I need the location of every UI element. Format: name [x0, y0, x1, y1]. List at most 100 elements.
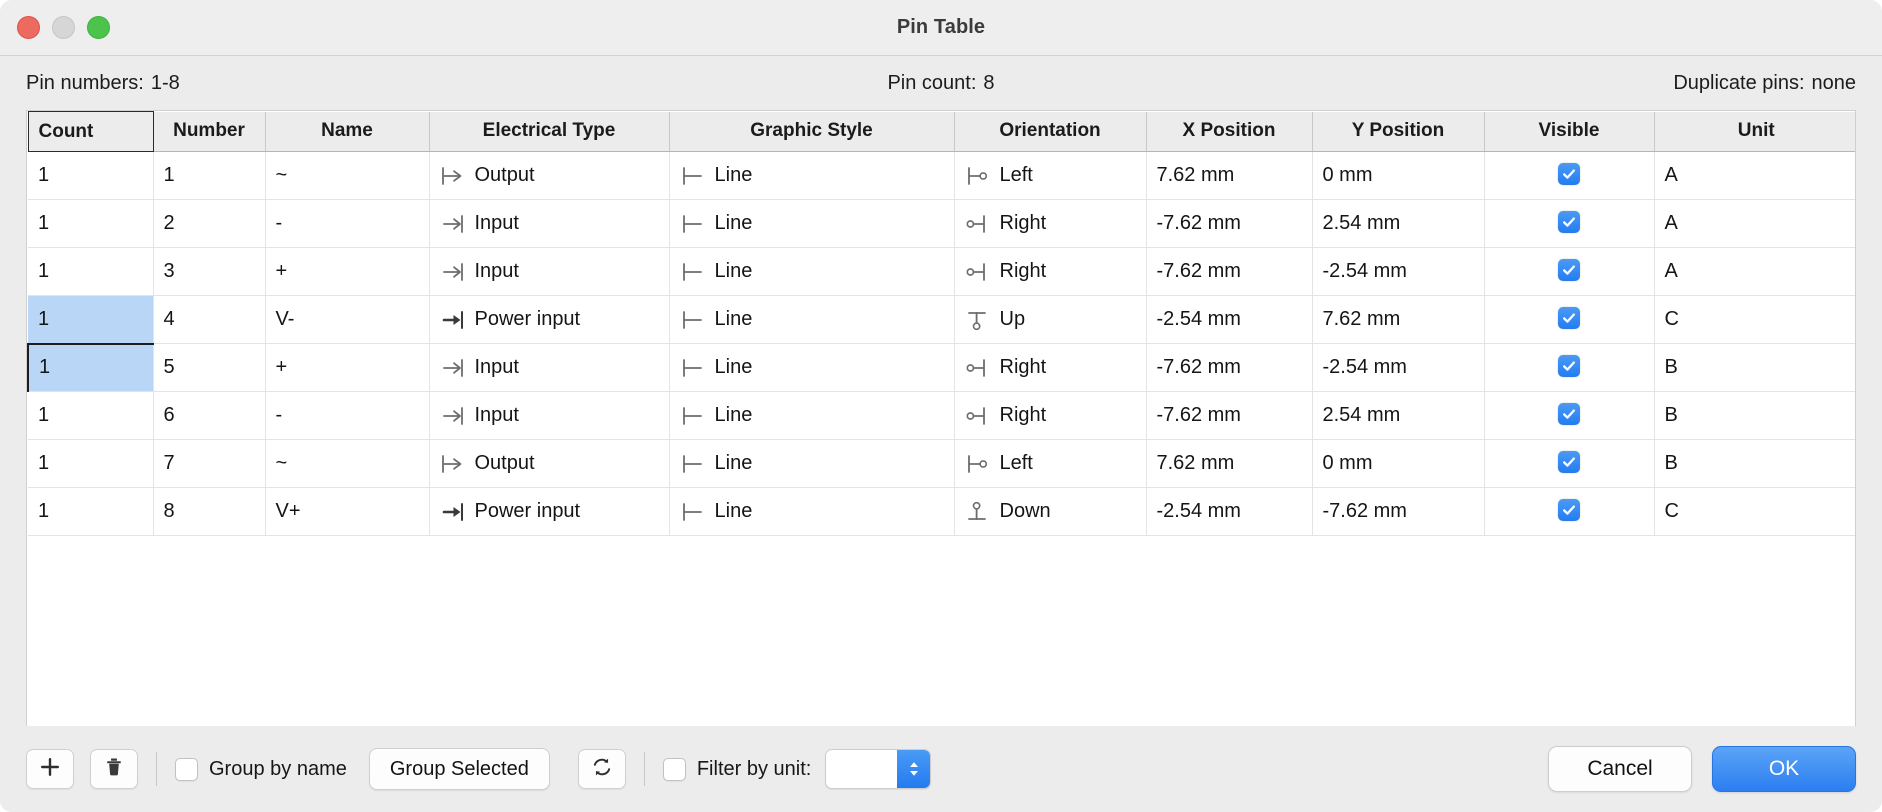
cell-orientation[interactable]: Right [954, 344, 1146, 392]
cell-visible[interactable] [1484, 200, 1654, 248]
cell-x-position[interactable]: 7.62 mm [1146, 440, 1312, 488]
add-pin-button[interactable] [26, 749, 74, 789]
cell-visible[interactable] [1484, 344, 1654, 392]
cell-graphic-style[interactable]: Line [669, 440, 954, 488]
cell-electrical-type[interactable]: Input [429, 344, 669, 392]
cell-unit[interactable]: A [1654, 152, 1856, 200]
table-row[interactable]: 15+InputLineRight-7.62 mm-2.54 mmB [28, 344, 1856, 392]
cell-number[interactable]: 7 [153, 440, 265, 488]
visible-checkbox-checked[interactable] [1558, 259, 1580, 281]
cell-unit[interactable]: C [1654, 296, 1856, 344]
cell-count[interactable]: 1 [28, 392, 153, 440]
cell-name[interactable]: ~ [265, 440, 429, 488]
cell-visible[interactable] [1484, 296, 1654, 344]
cell-x-position[interactable]: -7.62 mm [1146, 200, 1312, 248]
cell-count[interactable]: 1 [28, 440, 153, 488]
cell-name[interactable]: ~ [265, 152, 429, 200]
column-header-visible[interactable]: Visible [1484, 112, 1654, 152]
cell-count[interactable]: 1 [28, 296, 153, 344]
cell-count[interactable]: 1 [28, 344, 153, 392]
cell-electrical-type[interactable]: Output [429, 440, 669, 488]
table-row[interactable]: 12-InputLineRight-7.62 mm2.54 mmA [28, 200, 1856, 248]
cell-y-position[interactable]: -2.54 mm [1312, 344, 1484, 392]
cell-unit[interactable]: A [1654, 200, 1856, 248]
cell-orientation[interactable]: Right [954, 248, 1146, 296]
cell-graphic-style[interactable]: Line [669, 344, 954, 392]
filter-unit-value[interactable] [826, 750, 897, 788]
cell-name[interactable]: + [265, 344, 429, 392]
cell-unit[interactable]: B [1654, 392, 1856, 440]
cell-x-position[interactable]: -2.54 mm [1146, 296, 1312, 344]
cell-x-position[interactable]: -7.62 mm [1146, 392, 1312, 440]
cell-unit[interactable]: B [1654, 344, 1856, 392]
table-row[interactable]: 13+InputLineRight-7.62 mm-2.54 mm A [28, 248, 1856, 296]
visible-checkbox-checked[interactable] [1558, 451, 1580, 473]
visible-checkbox-checked[interactable] [1558, 499, 1580, 521]
cell-count[interactable]: 1 [28, 200, 153, 248]
stepper-arrows-icon[interactable] [897, 750, 930, 788]
delete-pin-button[interactable] [90, 749, 138, 789]
cell-visible[interactable] [1484, 152, 1654, 200]
cell-name[interactable]: + [265, 248, 429, 296]
cell-graphic-style[interactable]: Line [669, 248, 954, 296]
column-header-number[interactable]: Number [153, 112, 265, 152]
cell-graphic-style[interactable]: Line [669, 392, 954, 440]
cancel-button[interactable]: Cancel [1548, 746, 1692, 792]
visible-checkbox-checked[interactable] [1558, 403, 1580, 425]
cell-orientation[interactable]: Up [954, 296, 1146, 344]
cell-orientation[interactable]: Down [954, 488, 1146, 536]
cell-electrical-type[interactable]: Input [429, 392, 669, 440]
group-by-name-checkbox[interactable] [175, 758, 198, 781]
cell-number[interactable]: 2 [153, 200, 265, 248]
cell-electrical-type[interactable]: Input [429, 248, 669, 296]
cell-y-position[interactable]: 2.54 mm [1312, 392, 1484, 440]
ok-button[interactable]: OK [1712, 746, 1856, 792]
cell-count[interactable]: 1 [28, 248, 153, 296]
column-header-name[interactable]: Name [265, 112, 429, 152]
filter-by-unit-checkbox[interactable] [663, 758, 686, 781]
cell-visible[interactable] [1484, 392, 1654, 440]
cell-y-position[interactable]: 0 mm [1312, 152, 1484, 200]
filter-unit-stepper[interactable] [825, 749, 931, 789]
column-header-x-position[interactable]: X Position [1146, 112, 1312, 152]
cell-graphic-style[interactable]: Line [669, 296, 954, 344]
table-row[interactable]: 17~OutputLineLeft7.62 mm0 mmB [28, 440, 1856, 488]
cell-orientation[interactable]: Right [954, 200, 1146, 248]
visible-checkbox-checked[interactable] [1558, 211, 1580, 233]
maximize-window-button[interactable] [87, 16, 110, 39]
cell-electrical-type[interactable]: Power input [429, 488, 669, 536]
cell-name[interactable]: V- [265, 296, 429, 344]
cell-x-position[interactable]: -2.54 mm [1146, 488, 1312, 536]
cell-graphic-style[interactable]: Line [669, 152, 954, 200]
cell-count[interactable]: 1 [28, 488, 153, 536]
cell-x-position[interactable]: -7.62 mm [1146, 344, 1312, 392]
cell-electrical-type[interactable]: Output [429, 152, 669, 200]
cell-unit[interactable]: C [1654, 488, 1856, 536]
table-row[interactable]: 14V-Power inputLineUp-2.54 mm7.62 mm C [28, 296, 1856, 344]
table-row[interactable]: 16-InputLineRight-7.62 mm2.54 mmB [28, 392, 1856, 440]
cell-unit[interactable]: B [1654, 440, 1856, 488]
refresh-button[interactable] [578, 749, 626, 789]
cell-electrical-type[interactable]: Input [429, 200, 669, 248]
cell-name[interactable]: - [265, 200, 429, 248]
cell-visible[interactable] [1484, 488, 1654, 536]
cell-orientation[interactable]: Right [954, 392, 1146, 440]
cell-unit[interactable]: A [1654, 248, 1856, 296]
cell-orientation[interactable]: Left [954, 440, 1146, 488]
group-selected-button[interactable]: Group Selected [369, 748, 550, 790]
table-row[interactable]: 11~OutputLineLeft7.62 mm0 mmA [28, 152, 1856, 200]
cell-visible[interactable] [1484, 440, 1654, 488]
visible-checkbox-checked[interactable] [1558, 163, 1580, 185]
cell-number[interactable]: 8 [153, 488, 265, 536]
cell-graphic-style[interactable]: Line [669, 488, 954, 536]
column-header-graphic-style[interactable]: Graphic Style [669, 112, 954, 152]
cell-y-position[interactable]: 7.62 mm [1312, 296, 1484, 344]
visible-checkbox-checked[interactable] [1558, 355, 1580, 377]
table-row[interactable]: 18V+Power inputLineDown-2.54 mm-7.62 mmC [28, 488, 1856, 536]
minimize-window-button[interactable] [52, 16, 75, 39]
cell-x-position[interactable]: -7.62 mm [1146, 248, 1312, 296]
cell-y-position[interactable]: -2.54 mm [1312, 248, 1484, 296]
cell-number[interactable]: 4 [153, 296, 265, 344]
cell-electrical-type[interactable]: Power input [429, 296, 669, 344]
cell-number[interactable]: 3 [153, 248, 265, 296]
